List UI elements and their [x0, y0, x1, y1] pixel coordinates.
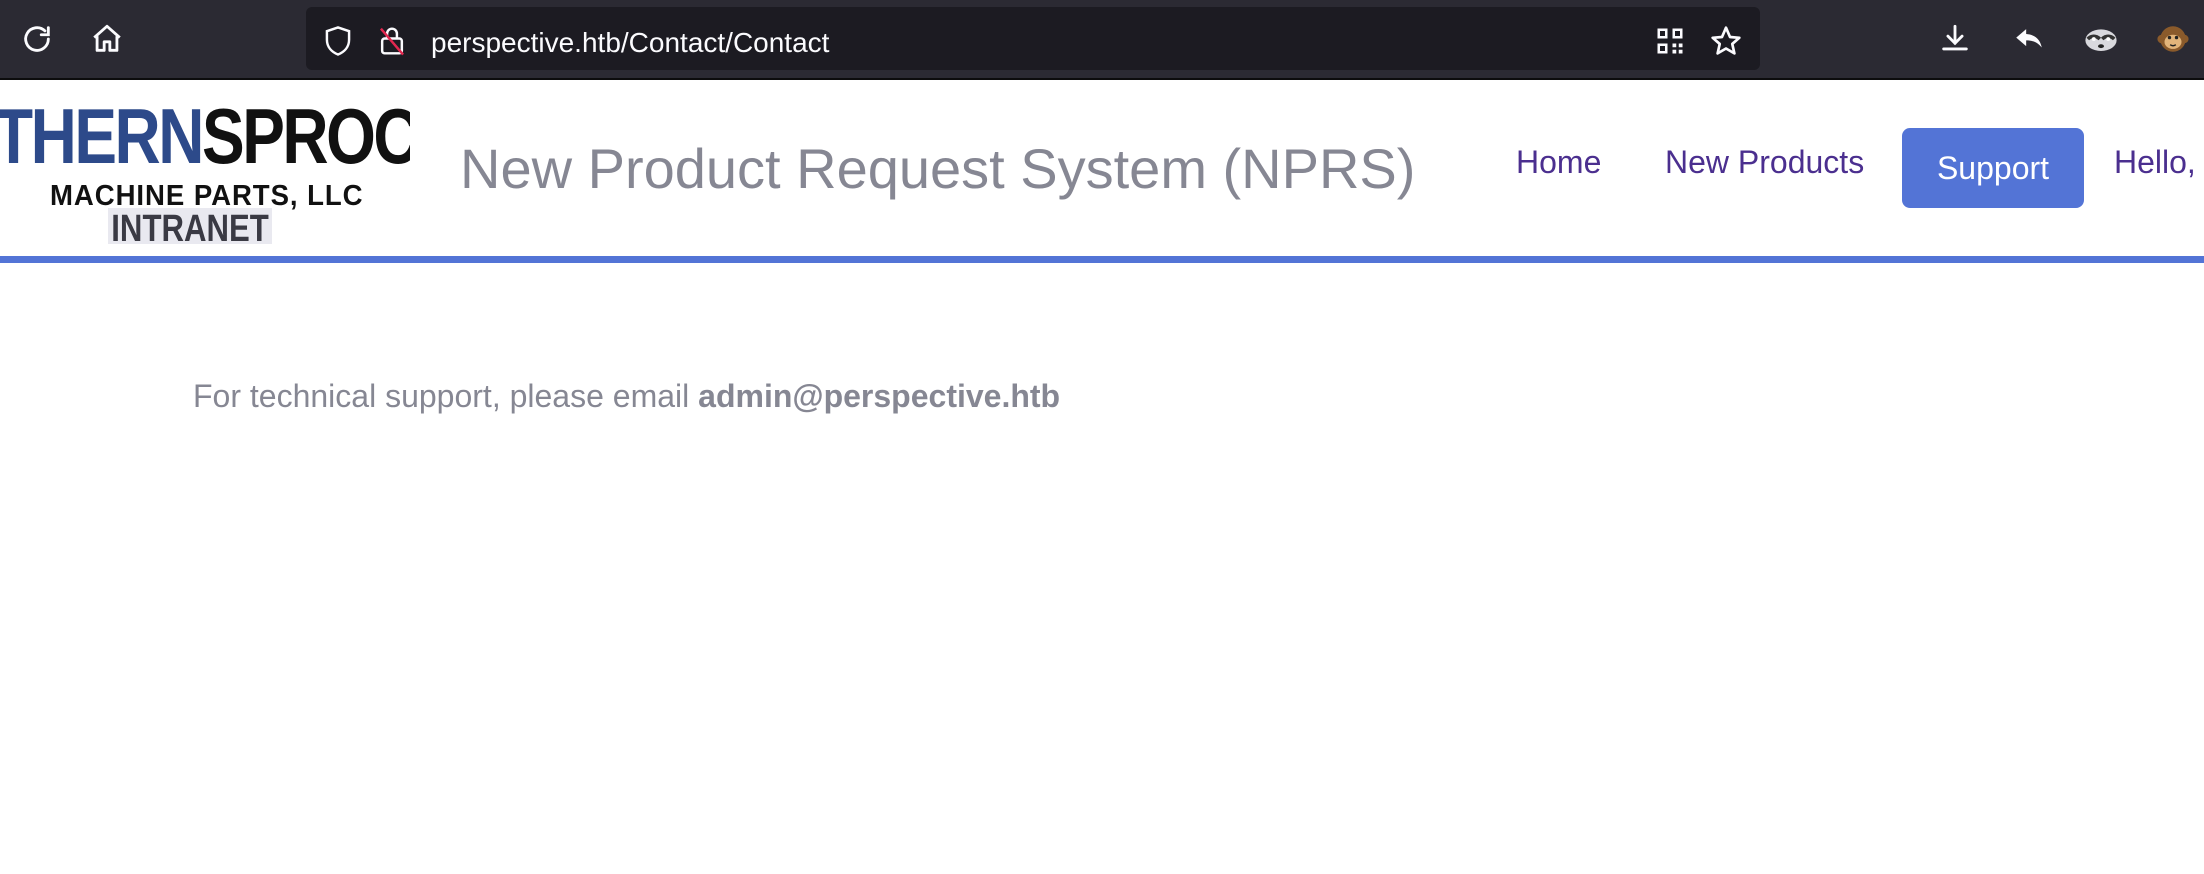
reload-icon[interactable]	[14, 16, 60, 62]
logo-wordmark-black: SPROCKET	[202, 94, 410, 180]
nav-home-link[interactable]: Home	[1516, 144, 1601, 181]
shield-icon[interactable]	[322, 25, 354, 57]
page-title: New Product Request System (NPRS)	[460, 137, 1416, 200]
star-icon[interactable]	[1710, 25, 1742, 57]
company-logo[interactable]: THERNSPROCKET MACHINE PARTS, LLC INTRANE…	[0, 94, 410, 244]
support-email: admin@perspective.htb	[698, 378, 1061, 414]
home-icon[interactable]	[84, 16, 130, 62]
download-icon[interactable]	[1932, 16, 1978, 62]
address-bar[interactable]: perspective.htb/Contact/Contact	[306, 7, 1760, 70]
qr-code-icon[interactable]	[1654, 25, 1686, 57]
logo-intranet: INTRANET	[108, 208, 273, 244]
url-text[interactable]: perspective.htb/Contact/Contact	[431, 27, 829, 59]
header-divider	[0, 256, 2204, 263]
site-header: THERNSPROCKET MACHINE PARTS, LLC INTRANE…	[0, 80, 2204, 256]
nav-support-button[interactable]: Support	[1902, 128, 2084, 208]
support-text: For technical support, please email	[193, 378, 699, 414]
browser-toolbar: perspective.htb/Contact/Contact	[0, 0, 2204, 80]
insecure-lock-icon[interactable]	[376, 25, 408, 57]
logo-wordmark: THERNSPROCKET	[0, 94, 410, 178]
monkey-extension-icon[interactable]	[2150, 16, 2196, 62]
nav-new-products-link[interactable]: New Products	[1665, 144, 1864, 181]
support-message: For technical support, please email admi…	[193, 378, 1060, 415]
logo-wordmark-blue: THERN	[0, 94, 204, 180]
nav-user-greeting[interactable]: Hello,	[2114, 144, 2196, 181]
raccoon-extension-icon[interactable]	[2078, 16, 2124, 62]
reply-arrow-icon[interactable]	[2006, 16, 2052, 62]
